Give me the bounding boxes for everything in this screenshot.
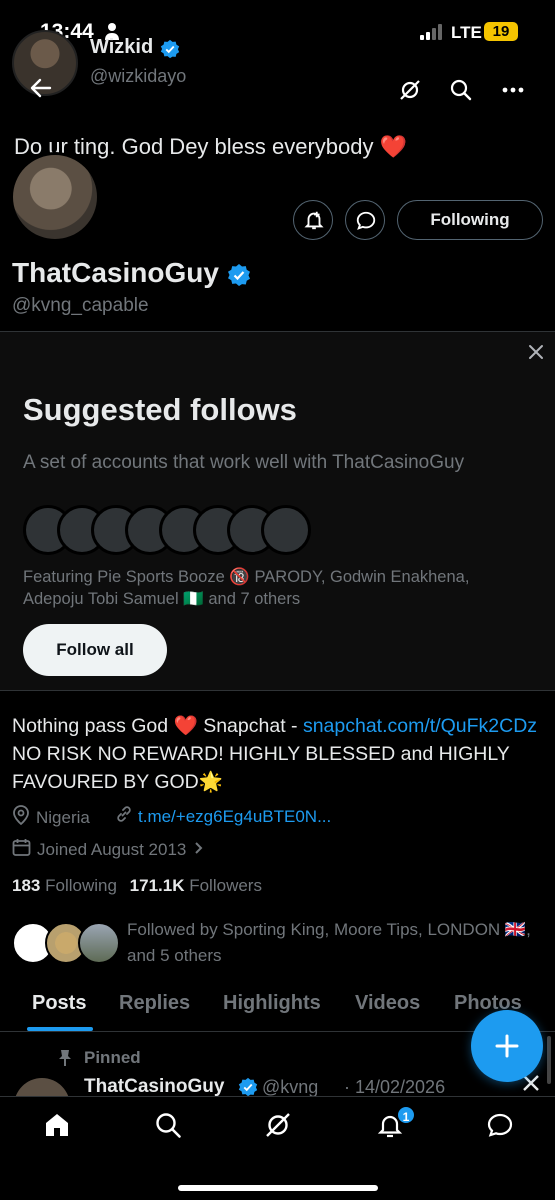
back-arrow-icon[interactable] [30,77,52,104]
nav-search-icon[interactable] [154,1111,182,1144]
suggested-avatar-stack [23,505,311,557]
joined-row[interactable]: Joined August 2013 [12,838,204,862]
following-count[interactable]: 183 Following [12,876,117,895]
battery-icon: 19 [484,22,518,41]
message-button[interactable] [345,200,385,240]
bottom-nav: 1 [0,1096,555,1200]
verified-icon [227,263,251,287]
suggested-subtitle: A set of accounts that work well with Th… [23,452,465,473]
suggested-title: Suggested follows [23,392,297,427]
profile-tabs: Posts Replies Highlights Videos Photos [0,980,555,1032]
close-icon[interactable] [528,344,544,365]
verified-icon [160,39,180,59]
tab-highlights[interactable]: Highlights [223,992,321,1015]
signal-icon [420,24,444,45]
grok-icon[interactable] [398,78,422,102]
header-handle: @wizkidayo [90,66,187,86]
location-row: Nigeria [12,805,90,830]
verified-icon [238,1077,258,1096]
header-name: Wizkid [90,36,154,58]
pin-icon [58,1049,72,1072]
follow-stats: 183 Following 171.1K Followers [12,876,262,896]
pinned-post-avatar [14,1078,70,1096]
search-icon[interactable] [449,78,473,102]
header-title: Wizkid [90,36,180,59]
bio-text: Nothing pass God ❤️ Snapchat - [12,715,303,737]
followers-count[interactable]: 171.1K Followers [130,876,262,895]
profile-handle: @kvng_capable [12,295,149,316]
avatar-london [78,922,120,964]
joined-text: Joined August 2013 [37,840,187,859]
follow-all-button[interactable]: Follow all [23,624,167,676]
chevron-right-icon [194,841,204,860]
notifications-badge: 1 [396,1105,416,1125]
profile-name: ThatCasinoGuy [12,257,219,288]
link-icon [115,805,133,828]
website-link[interactable]: t.me/+ezg6Eg4uBTE0N... [138,807,331,827]
bio-text-continued: NO RISK NO REWARD! HIGHLY BLESSED and HI… [12,743,510,793]
calendar-icon [12,838,31,862]
followed-by-text[interactable]: Followed by Sporting King, Moore Tips, L… [127,917,537,969]
more-options-icon[interactable] [502,86,524,94]
pinned-post-handle: @kvng [262,1077,319,1096]
pinned-label: Pinned [84,1048,141,1067]
profile-avatar[interactable] [10,152,100,242]
website-row[interactable]: t.me/+ezg6Eg4uBTE0N... [115,805,331,828]
suggested-follows-panel: Suggested follows A set of accounts that… [0,331,555,691]
profile-bio: Nothing pass God ❤️ Snapchat - snapchat.… [12,712,542,796]
tab-replies[interactable]: Replies [119,992,190,1015]
followed-by-avatars [12,922,122,966]
bio-snapchat-link[interactable]: snapchat.com/t/QuFk2CDz [303,715,537,737]
tab-videos[interactable]: Videos [355,992,420,1015]
following-button[interactable]: Following [397,200,543,240]
compose-post-button[interactable] [471,1010,543,1082]
location-text: Nigeria [36,807,90,827]
suggested-featuring: Featuring Pie Sports Booze 🔞 PARODY, God… [23,568,470,608]
home-indicator [178,1185,378,1191]
nav-messages-icon[interactable] [486,1111,514,1144]
tab-active-indicator [27,1027,93,1031]
location-icon [12,805,30,830]
nav-grok-icon[interactable] [264,1111,292,1144]
pinned-post-date: · 14/02/2026 [344,1077,446,1096]
notifications-subscribe-button[interactable] [293,200,333,240]
pinned-post-name: ThatCasinoGuy [84,1076,225,1096]
network-label: LTE [451,23,482,42]
scrollbar[interactable] [547,1036,551,1084]
plus-icon [495,1034,519,1063]
suggested-avatar [261,505,311,555]
nav-home-icon[interactable] [43,1111,71,1144]
profile-name-row: ThatCasinoGuy [12,257,251,289]
status-bar: 13:44 LTE 19 [0,0,555,60]
tab-posts[interactable]: Posts [32,992,86,1015]
